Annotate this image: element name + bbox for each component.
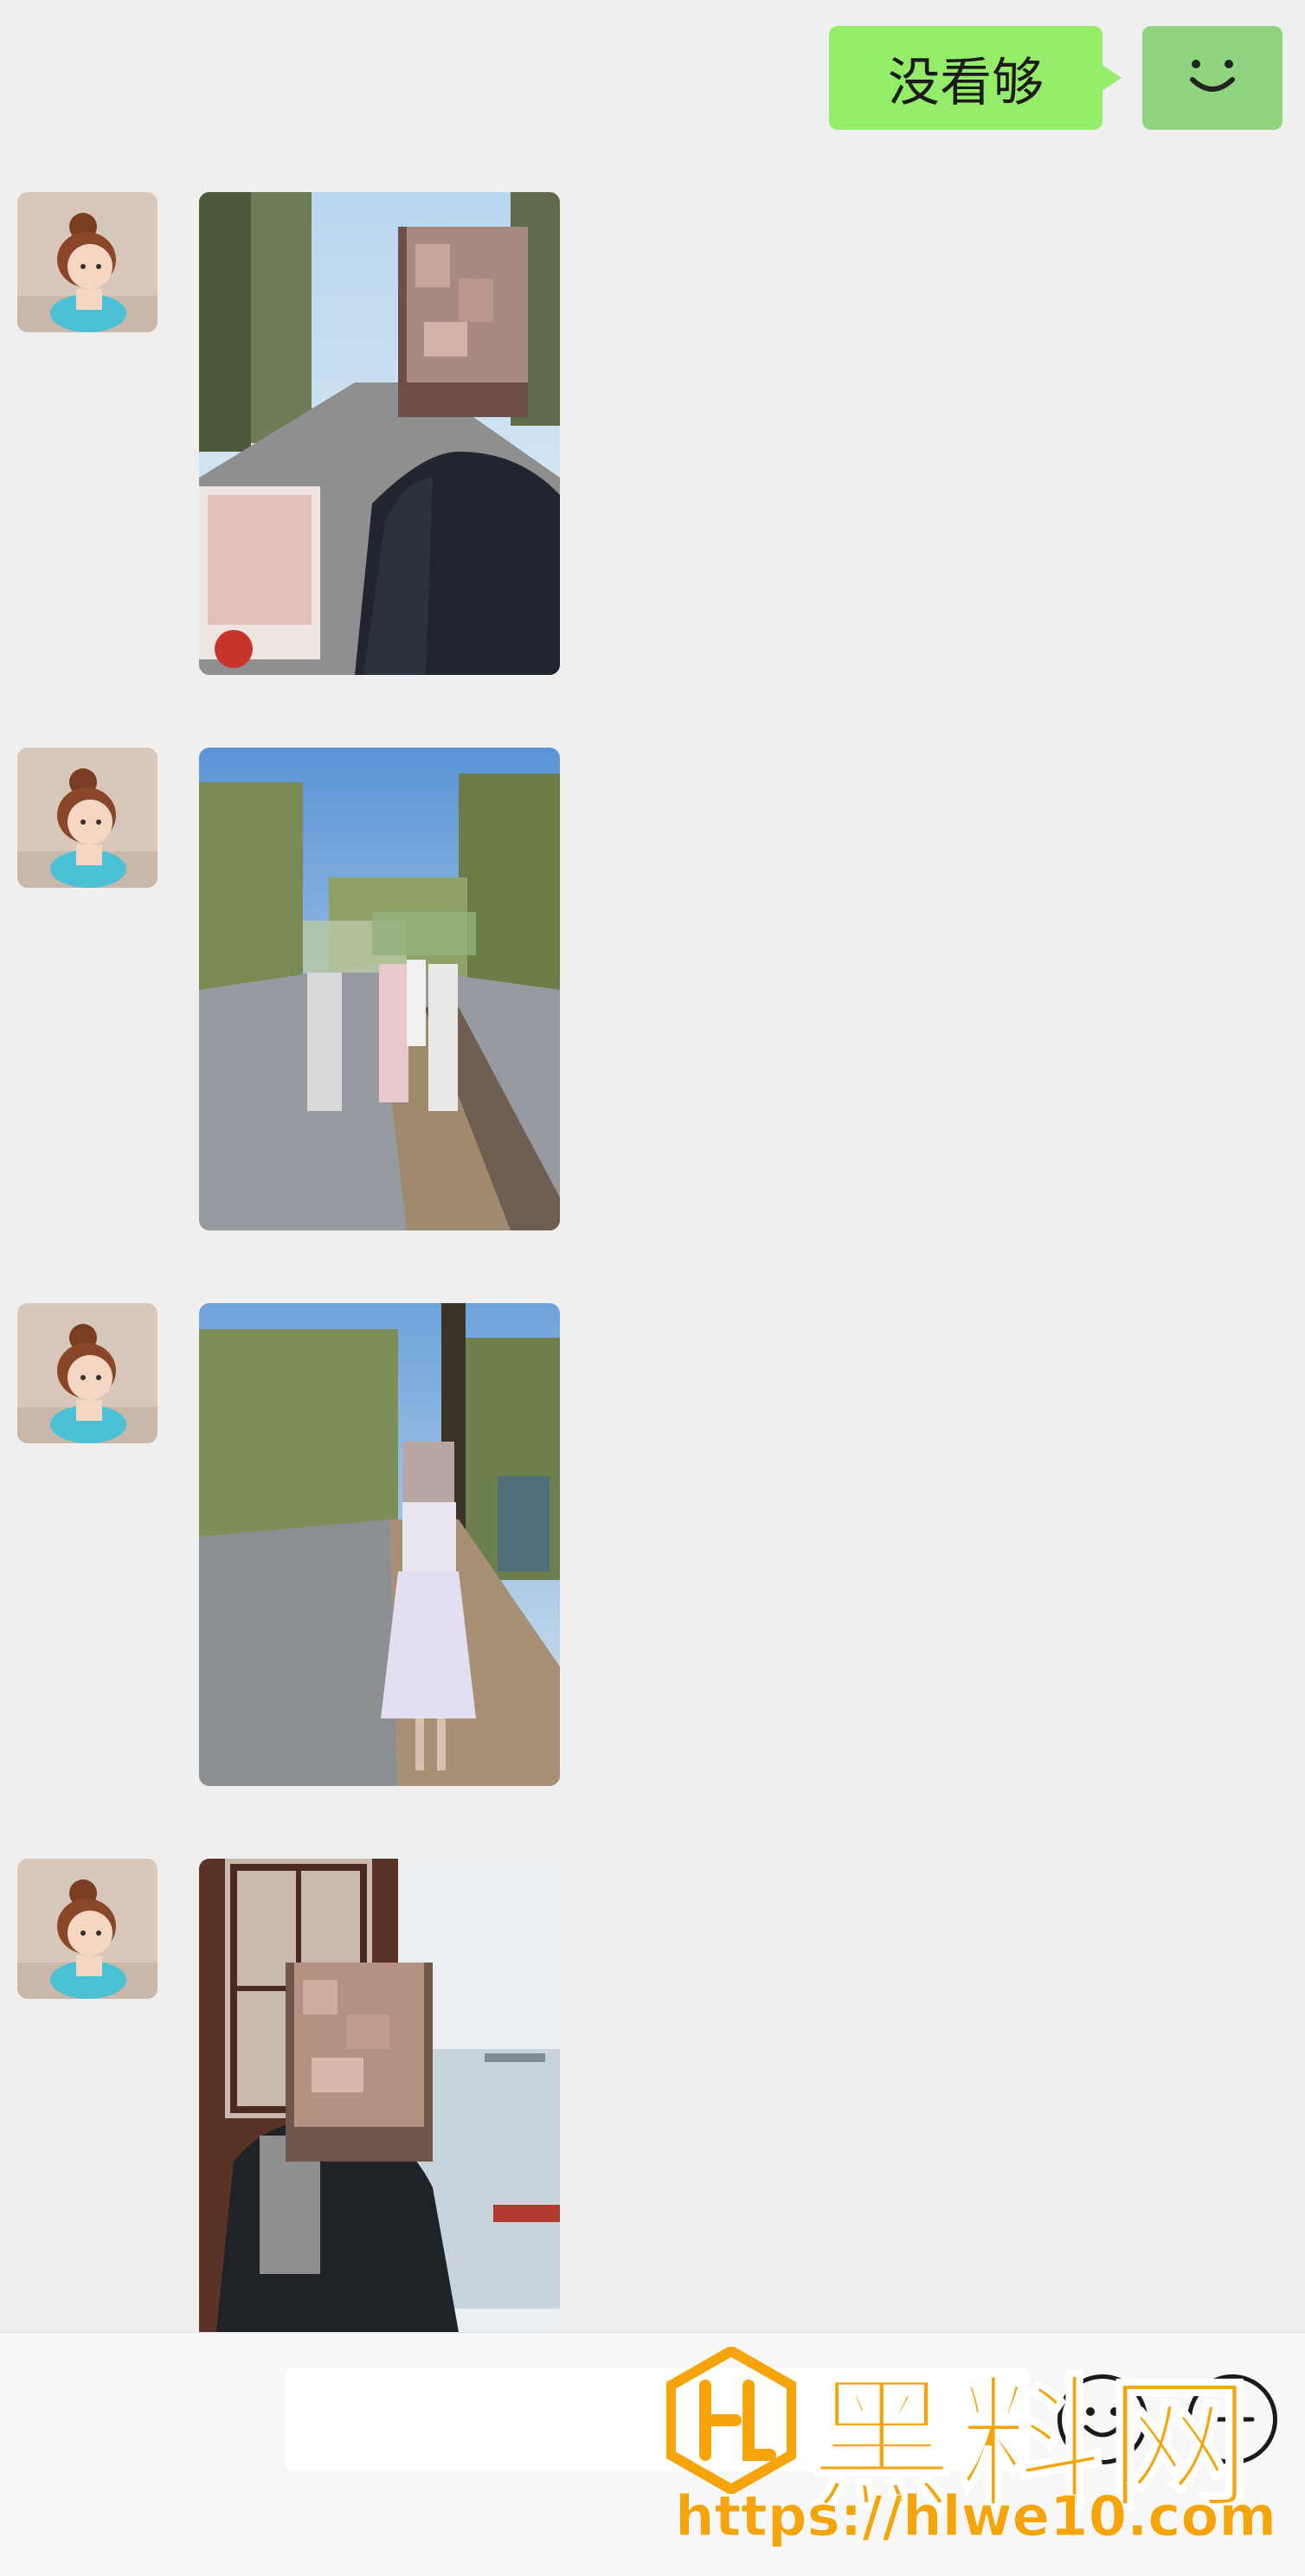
self-avatar[interactable] bbox=[1142, 26, 1282, 130]
sender-avatar[interactable] bbox=[17, 1303, 158, 1443]
photo-message[interactable] bbox=[199, 748, 560, 1230]
chat-area[interactable]: 没看够 bbox=[0, 0, 1305, 2332]
photo-message[interactable] bbox=[199, 1859, 560, 2332]
sender-avatar[interactable] bbox=[17, 1859, 158, 1999]
cartoon-girl-avatar-icon bbox=[17, 192, 158, 332]
smile-face-icon bbox=[1190, 60, 1235, 92]
watermark-logo-icon bbox=[666, 2347, 796, 2494]
photo-group-walking-path bbox=[199, 748, 560, 1230]
message-text: 没看够 bbox=[888, 52, 1044, 113]
photo-woman-white-dress-path bbox=[199, 1303, 560, 1786]
photo-selfie-pavilion-lake bbox=[199, 1859, 560, 2332]
watermark-url: https://hlwe10.com bbox=[675, 2485, 1277, 2550]
photo-selfie-park-road bbox=[199, 192, 560, 675]
outgoing-message-bubble[interactable]: 没看够 bbox=[829, 26, 1122, 130]
photo-message[interactable] bbox=[199, 1303, 560, 1786]
photo-message[interactable] bbox=[199, 192, 560, 675]
cartoon-girl-avatar-icon bbox=[17, 748, 158, 888]
sender-avatar[interactable] bbox=[17, 748, 158, 888]
cartoon-girl-avatar-icon bbox=[17, 1303, 158, 1443]
cartoon-girl-avatar-icon bbox=[17, 1859, 158, 1999]
sender-avatar[interactable] bbox=[17, 192, 158, 332]
